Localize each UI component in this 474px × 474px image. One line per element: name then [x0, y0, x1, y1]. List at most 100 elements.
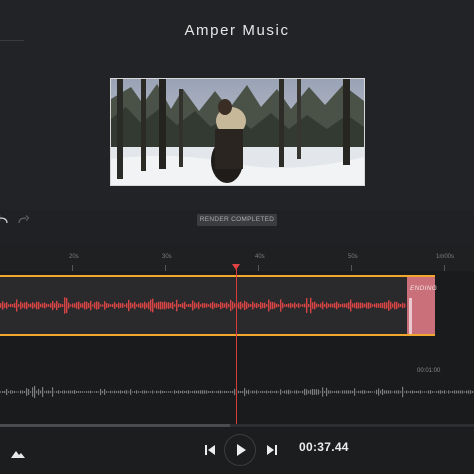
waveform-bar [324, 390, 326, 394]
undo-icon[interactable] [0, 215, 10, 227]
waveform-bar [34, 385, 36, 399]
waveform-bar [228, 391, 230, 393]
waveform-bar [194, 390, 196, 394]
waveform-bar [162, 302, 164, 309]
waveform-bar [372, 304, 374, 307]
waveform-bar [46, 390, 48, 394]
waveform-bar [300, 391, 302, 393]
waveform-bar [10, 303, 12, 308]
waveform-bar [222, 391, 224, 393]
skip-forward-icon[interactable] [264, 442, 280, 458]
waveform-bar [164, 391, 166, 393]
video-preview[interactable] [110, 78, 365, 186]
waveform-bar [312, 388, 314, 396]
waveform-bar [330, 303, 332, 308]
waveform-bar [86, 301, 88, 310]
time-marker: 00:01:00 [417, 368, 441, 374]
waveform-bar [408, 391, 410, 393]
waveform-bar [158, 391, 160, 393]
waveform-bar [88, 391, 90, 393]
waveform-bar [72, 303, 74, 308]
waveform-bar [350, 299, 352, 312]
waveform-bar [156, 390, 158, 394]
waveform-bar [44, 302, 46, 309]
waveform-bar [70, 390, 72, 394]
waveform-bar [212, 301, 214, 310]
waveform-bar [202, 390, 204, 394]
waveform-bar [176, 299, 178, 312]
waveform-bar [94, 302, 96, 309]
waveform-bar [326, 302, 328, 309]
waveform-bar [376, 303, 378, 308]
waveform-bar [280, 389, 282, 395]
waveform-bar [6, 302, 8, 309]
waveform-bar [76, 390, 78, 394]
waveform-bar [248, 389, 250, 395]
skip-back-icon[interactable] [202, 442, 218, 458]
play-button[interactable] [224, 434, 256, 466]
waveform-bar [320, 303, 322, 308]
music-track[interactable] [0, 275, 435, 336]
scrollbar-thumb[interactable] [0, 424, 230, 427]
waveform-bar [432, 391, 434, 393]
waveform-bar [232, 390, 234, 394]
waveform-bar [182, 302, 184, 309]
waveform-bar [198, 301, 200, 310]
waveform-bar [430, 390, 432, 394]
waveform-bar [248, 303, 250, 308]
waveform-bar [224, 390, 226, 394]
waveform-bar [364, 303, 366, 308]
mountain-icon[interactable] [11, 448, 25, 458]
waveform-bar [50, 391, 52, 393]
waveform-bar [384, 390, 386, 394]
waveform-bar [284, 390, 286, 394]
waveform-bar [328, 390, 330, 394]
waveform-bar [206, 390, 208, 394]
waveform-bar [108, 391, 110, 393]
waveform-bar [208, 391, 210, 393]
waveform-bar [390, 301, 392, 310]
waveform-bar [146, 303, 148, 308]
waveform-bar [262, 302, 264, 309]
waveform-bar [64, 390, 66, 394]
waveform-bar [414, 391, 416, 393]
waveform-bar [412, 390, 414, 394]
waveform-bar [168, 391, 170, 393]
waveform-bar [8, 304, 10, 307]
waveform-bar [124, 390, 126, 394]
waveform-bar [434, 391, 436, 393]
waveform-bar [90, 390, 92, 394]
waveform-bar [200, 390, 202, 394]
waveform-bar [428, 390, 430, 394]
waveform-bar [296, 390, 298, 394]
waveform-bar [180, 390, 182, 394]
waveform-bar [188, 390, 190, 394]
video-audio-track[interactable] [0, 360, 474, 420]
waveform-bar [28, 388, 30, 396]
waveform-bar [36, 301, 38, 310]
waveform-bar [298, 303, 300, 308]
waveform-bar [110, 390, 112, 394]
waveform-bar [18, 304, 20, 307]
waveform-bar [242, 303, 244, 308]
waveform-bar [96, 391, 98, 393]
ruler-tick [351, 265, 352, 271]
waveform-bar [294, 390, 296, 394]
waveform-bar [228, 303, 230, 308]
waveform-bar [212, 390, 214, 394]
ending-handle[interactable] [409, 298, 412, 334]
waveform-bar [282, 302, 284, 309]
waveform-bar [120, 303, 122, 308]
waveform-bar [376, 389, 378, 395]
waveform-bar [50, 303, 52, 308]
waveform-bar [332, 391, 334, 393]
waveform-bar [196, 303, 198, 308]
waveform-bar [298, 390, 300, 394]
waveform-bar [144, 390, 146, 394]
waveform-bar [226, 390, 228, 394]
waveform-bar [346, 303, 348, 308]
waveform-bar [380, 390, 382, 394]
music-waveform [0, 297, 406, 314]
playhead[interactable] [236, 267, 237, 425]
redo-icon[interactable] [16, 215, 30, 227]
